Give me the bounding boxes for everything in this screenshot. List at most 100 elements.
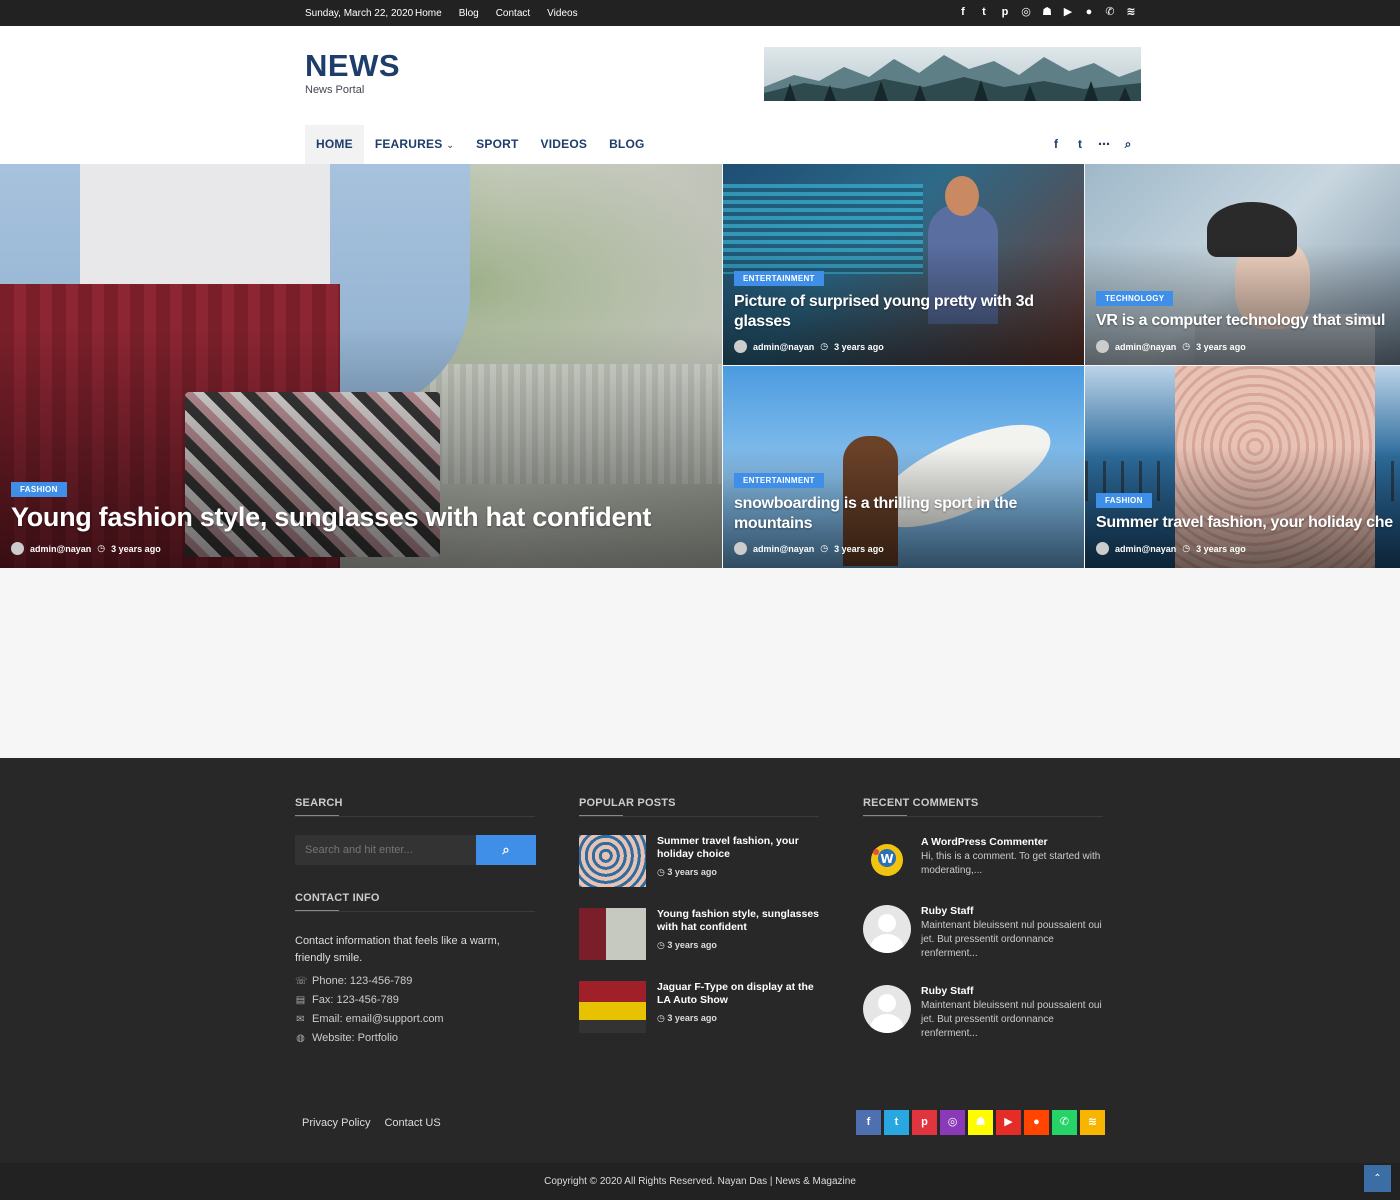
featured-title[interactable]: Picture of surprised young pretty with 3… [734, 292, 1069, 332]
copyright-text: Copyright © 2020 All Rights Reserved. Na… [544, 1176, 856, 1187]
nav-icons: f t ⋯ ⌕ [1050, 137, 1134, 151]
contact-fax-text: Fax: 123-456-789 [312, 994, 399, 1006]
category-badge[interactable]: TECHNOLOGY [1096, 291, 1174, 306]
top-link-videos[interactable]: Videos [547, 8, 577, 19]
contact-email-text[interactable]: Email: email@support.com [312, 1013, 444, 1025]
post-author[interactable]: admin@nayan [1115, 342, 1176, 352]
featured-title[interactable]: Summer travel fashion, your holiday che [1096, 514, 1393, 532]
popular-post-item[interactable]: Young fashion style, sunglasses with hat… [579, 908, 819, 960]
chevron-up-icon: ⌃ [1373, 1173, 1382, 1184]
post-author[interactable]: admin@nayan [1115, 544, 1176, 554]
featured-title[interactable]: VR is a computer technology that simul [1096, 312, 1385, 330]
contact-website-text[interactable]: Website: Portfolio [312, 1032, 398, 1044]
featured-card-5[interactable]: FASHION Summer travel fashion, your holi… [1085, 366, 1400, 568]
facebook-square-icon[interactable]: f [1050, 137, 1062, 151]
search-icon[interactable]: ⌕ [1122, 137, 1134, 151]
post-date: ◷ 3 years ago [657, 867, 717, 878]
featured-card-4[interactable]: ENTERTAINMENT snowboarding is a thrillin… [723, 366, 1084, 568]
comment-author[interactable]: A WordPress Commenter [921, 836, 1048, 848]
top-bar: Sunday, March 22, 2020 Home Blog Contact… [0, 0, 1400, 26]
avatar[interactable] [863, 905, 911, 953]
post-author[interactable]: admin@nayan [753, 342, 814, 352]
popular-post-title[interactable]: Summer travel fashion, your holiday choi… [657, 835, 822, 861]
post-thumbnail[interactable] [579, 908, 646, 960]
post-thumbnail[interactable] [579, 981, 646, 1033]
reddit-icon[interactable]: ● [1024, 1110, 1049, 1135]
snapchat-icon[interactable]: ☗ [1041, 6, 1053, 19]
clock-icon: ◷ [657, 1013, 668, 1023]
top-link-contact[interactable]: Contact [496, 8, 530, 19]
footer-links: Privacy Policy Contact US [302, 1117, 441, 1129]
category-badge[interactable]: FASHION [11, 482, 67, 497]
comment-excerpt[interactable]: Maintenant bleuissent nul poussaient oui… [921, 999, 1106, 1041]
instagram-icon[interactable]: ◎ [940, 1110, 965, 1135]
header-banner-image[interactable] [764, 47, 1141, 101]
post-author[interactable]: admin@nayan [753, 544, 814, 554]
nav-label-home: HOME [316, 137, 353, 151]
category-badge[interactable]: FASHION [1096, 493, 1152, 508]
featured-title[interactable]: Young fashion style, sunglasses with hat… [11, 502, 651, 533]
contact-phone-text: Phone: 123-456-789 [312, 975, 413, 987]
avatar[interactable]: W [863, 836, 911, 884]
contact-intro: Contact information that feels like a wa… [295, 935, 500, 964]
facebook-icon[interactable]: f [957, 6, 969, 19]
chevron-down-icon: ⌄ [446, 140, 455, 150]
whatsapp-icon[interactable]: ✆ [1104, 6, 1116, 19]
instagram-icon[interactable]: ◎ [1020, 6, 1032, 19]
footer-search-input[interactable] [295, 835, 476, 865]
category-badge[interactable]: ENTERTAINMENT [734, 473, 824, 488]
featured-card-main[interactable]: FASHION Young fashion style, sunglasses … [0, 164, 722, 568]
top-link-home[interactable]: Home [415, 8, 442, 19]
comment-author[interactable]: Ruby Staff [921, 985, 974, 997]
rss-icon[interactable]: ≋ [1080, 1110, 1105, 1135]
popular-post-item[interactable]: Summer travel fashion, your holiday choi… [579, 835, 819, 887]
popular-post-item[interactable]: Jaguar F-Type on display at the LA Auto … [579, 981, 819, 1033]
featured-title[interactable]: snowboarding is a thrilling sport in the… [734, 494, 1069, 534]
post-thumbnail[interactable] [579, 835, 646, 887]
search-button[interactable]: ⌕ [476, 835, 536, 865]
comment-excerpt[interactable]: Hi, this is a comment. To get started wi… [921, 850, 1106, 878]
search-icon: ⌕ [502, 842, 510, 857]
site-logo[interactable]: NEWS [305, 48, 400, 84]
snapchat-icon[interactable]: ☗ [968, 1110, 993, 1135]
popular-post-title[interactable]: Jaguar F-Type on display at the LA Auto … [657, 981, 822, 1007]
comment-author[interactable]: Ruby Staff [921, 905, 974, 917]
comment-item: Ruby Staff Maintenant bleuissent nul pou… [863, 985, 1103, 1045]
twitter-icon[interactable]: t [978, 6, 990, 19]
main-nav: HOME FEARURES ⌄ SPORT VIDEOS BLOG [305, 125, 656, 164]
clock-icon: ◷ [97, 543, 106, 553]
nav-item-videos[interactable]: VIDEOS [530, 125, 599, 164]
top-link-blog[interactable]: Blog [459, 8, 479, 19]
nav-item-sport[interactable]: SPORT [465, 125, 529, 164]
privacy-policy-link[interactable]: Privacy Policy [302, 1117, 370, 1129]
post-date-text: 3 years ago [667, 940, 717, 950]
phone-icon: ☏ [295, 975, 308, 987]
pinterest-icon[interactable]: p [999, 6, 1011, 19]
content-area [0, 568, 1400, 758]
category-badge[interactable]: ENTERTAINMENT [734, 271, 824, 286]
nav-item-blog[interactable]: BLOG [598, 125, 655, 164]
twitter-icon[interactable]: t [1074, 137, 1086, 151]
popular-post-title[interactable]: Young fashion style, sunglasses with hat… [657, 908, 822, 934]
youtube-icon[interactable]: ▶ [1062, 6, 1074, 19]
whatsapp-icon[interactable]: ✆ [1052, 1110, 1077, 1135]
post-author[interactable]: admin@nayan [30, 544, 91, 554]
twitter-icon[interactable]: t [884, 1110, 909, 1135]
comment-excerpt[interactable]: Maintenant bleuissent nul poussaient oui… [921, 919, 1106, 961]
contact-us-link[interactable]: Contact US [384, 1117, 440, 1129]
nav-item-features[interactable]: FEARURES ⌄ [364, 125, 465, 164]
post-time: 3 years ago [111, 543, 161, 554]
nav-item-home[interactable]: HOME [305, 125, 364, 164]
featured-card-2[interactable]: ENTERTAINMENT Picture of surprised young… [723, 164, 1084, 365]
post-time: 3 years ago [834, 543, 884, 554]
reddit-icon[interactable]: ● [1083, 6, 1095, 19]
nav-label-videos: VIDEOS [540, 137, 588, 151]
featured-card-3[interactable]: TECHNOLOGY VR is a computer technology t… [1085, 164, 1400, 365]
pinterest-icon[interactable]: p [912, 1110, 937, 1135]
back-to-top-button[interactable]: ⌃ [1364, 1165, 1391, 1192]
more-icon[interactable]: ⋯ [1098, 137, 1110, 151]
rss-icon[interactable]: ≋ [1125, 6, 1137, 19]
avatar[interactable] [863, 985, 911, 1033]
youtube-icon[interactable]: ▶ [996, 1110, 1021, 1135]
facebook-icon[interactable]: f [856, 1110, 881, 1135]
